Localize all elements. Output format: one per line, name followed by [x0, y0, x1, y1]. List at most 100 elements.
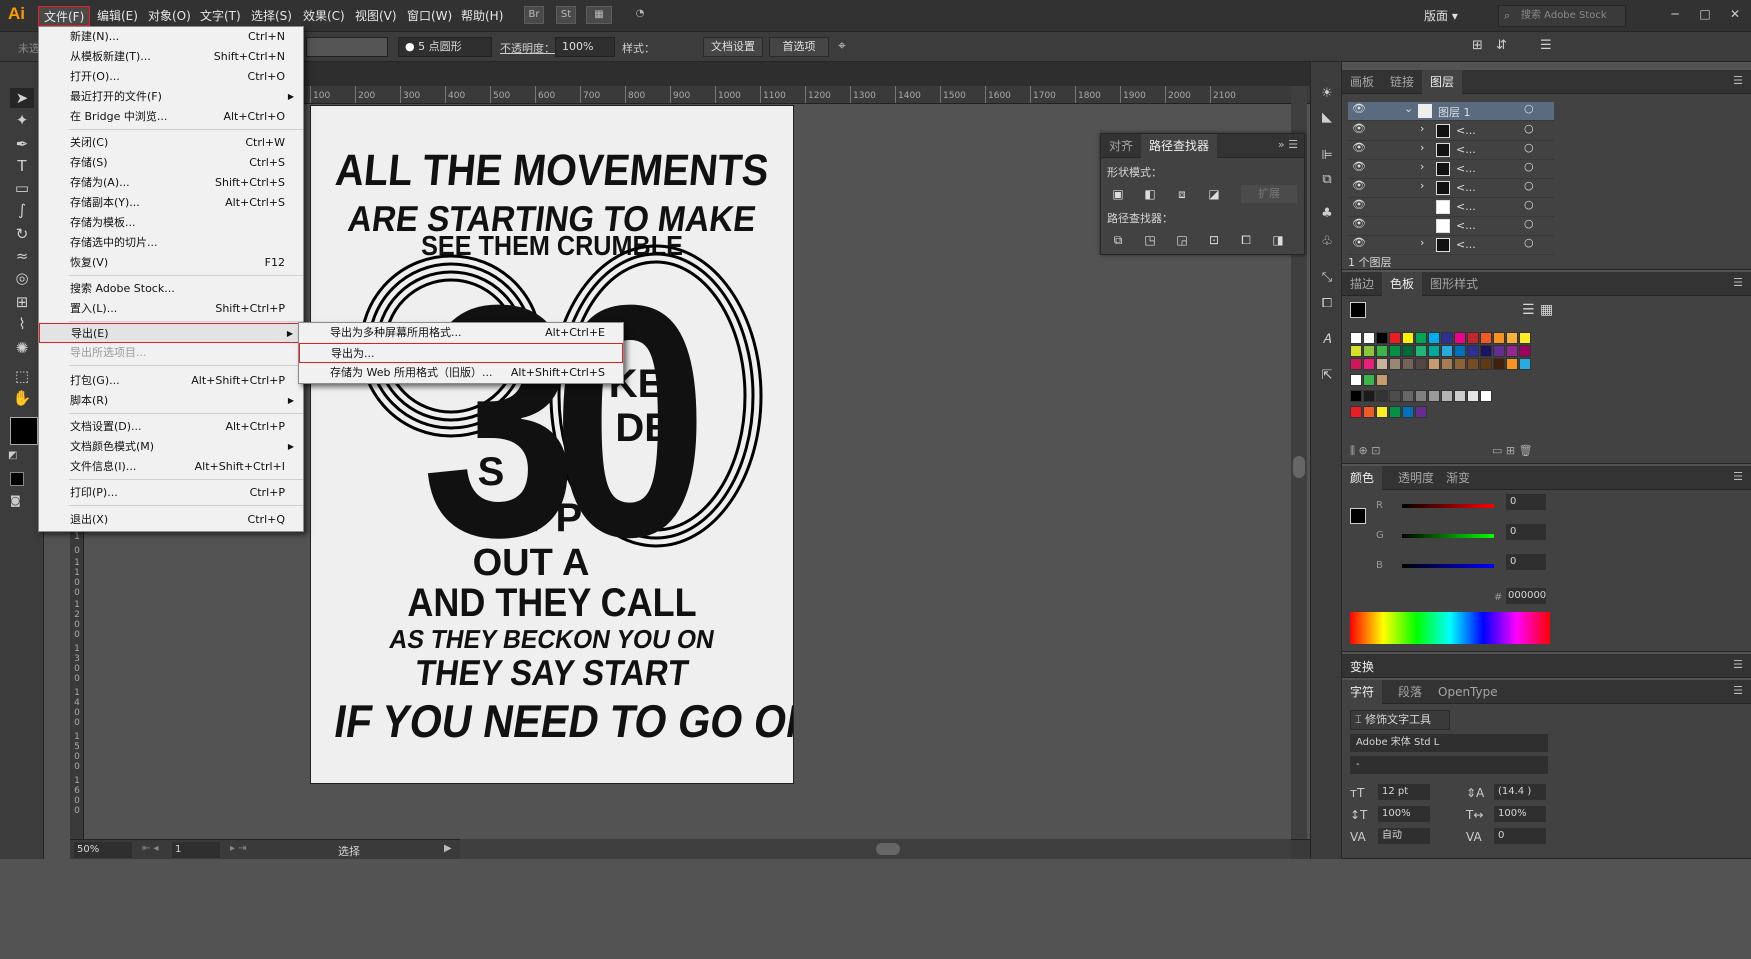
menu-save-as[interactable]: 存储为(A)... Shift+Ctrl+S — [39, 173, 303, 193]
swatch[interactable] — [1350, 374, 1362, 386]
tab-align[interactable]: 对齐 — [1101, 134, 1141, 158]
swatch[interactable] — [1376, 358, 1388, 370]
swatch[interactable] — [1376, 332, 1388, 344]
eyedropper-tool-icon[interactable]: ⌇ — [10, 314, 34, 334]
expand-icon[interactable]: › — [1420, 236, 1424, 249]
target-icon[interactable]: ○ — [1524, 102, 1534, 115]
g-slider[interactable] — [1402, 534, 1494, 538]
warp-tool-icon[interactable]: ≈ — [10, 246, 34, 266]
maximize-button[interactable]: □ — [1694, 4, 1716, 24]
opacity-label[interactable]: 不透明度： — [500, 40, 555, 56]
menu-new[interactable]: 新建(N)... Ctrl+N — [39, 27, 303, 47]
exclude-icon[interactable]: ◪ — [1203, 184, 1225, 204]
rectangle-tool-icon[interactable]: ▭ — [10, 178, 34, 198]
kerning-field[interactable]: 自动 — [1378, 828, 1430, 844]
isolate-icon[interactable]: ⌖ — [838, 38, 846, 54]
menu-effect[interactable]: 效果(C) — [298, 6, 350, 26]
menu-document-color-mode[interactable]: 文档颜色模式(M) ▶ — [39, 437, 303, 457]
sublayer-row[interactable]: 👁 <... ○ — [1348, 217, 1554, 236]
swatches-menu-icon[interactable]: ☰ — [1733, 276, 1743, 289]
vertical-scale-field[interactable]: 100% — [1378, 806, 1430, 822]
horizontal-scroll-thumb[interactable] — [876, 843, 900, 855]
b-slider[interactable] — [1402, 564, 1494, 568]
menu-file[interactable]: 文件(F) — [38, 6, 91, 26]
fill-color-swatch[interactable] — [10, 417, 38, 445]
gpu-performance-icon[interactable]: ◔ — [630, 6, 650, 24]
swatch[interactable] — [1467, 358, 1479, 370]
r-value-field[interactable]: 0 — [1506, 494, 1546, 510]
eye-icon[interactable]: 👁 — [1352, 122, 1366, 135]
fill-swatch[interactable] — [1350, 508, 1366, 524]
swatch[interactable] — [1480, 332, 1492, 344]
document-setup-button[interactable]: 文档设置 — [703, 37, 763, 57]
swatch[interactable] — [1415, 406, 1427, 418]
menu-close[interactable]: 关闭(C) Ctrl+W — [39, 133, 303, 153]
stroke-weight-field[interactable] — [306, 37, 388, 57]
eye-icon[interactable]: 👁 — [1352, 217, 1366, 230]
swatch[interactable] — [1415, 358, 1427, 370]
font-size-field[interactable]: 12 pt — [1378, 784, 1430, 800]
swatch[interactable] — [1493, 332, 1505, 344]
brush-definition-select[interactable]: ● 5 点圆形 — [398, 37, 492, 57]
brightness-icon[interactable]: ☀ — [1317, 84, 1337, 104]
opacity-field[interactable]: 100% — [555, 37, 615, 57]
menu-print[interactable]: 打印(P)... Ctrl+P — [39, 483, 303, 503]
target-icon[interactable]: ○ — [1524, 179, 1534, 192]
sublayer-name[interactable]: <... — [1456, 219, 1476, 232]
tab-links[interactable]: 链接 — [1382, 70, 1422, 94]
swatch[interactable] — [1506, 332, 1518, 344]
status-arrow-icon[interactable]: ▶ — [444, 843, 452, 854]
menu-save-selected-slices[interactable]: 存储选中的切片... — [39, 233, 303, 253]
hex-value-field[interactable]: 000000 — [1506, 588, 1546, 604]
swatch[interactable] — [1428, 345, 1440, 357]
font-style-select[interactable]: - — [1350, 756, 1548, 774]
swatch[interactable] — [1402, 332, 1414, 344]
pathfinder-panel-icon[interactable]: ⧉ — [1317, 170, 1337, 190]
panel-menu-icon[interactable]: ☰ — [1540, 38, 1552, 53]
tab-gradient[interactable]: 渐变 — [1438, 466, 1478, 490]
target-icon[interactable]: ○ — [1524, 160, 1534, 173]
swatch[interactable] — [1350, 358, 1362, 370]
minus-front-icon[interactable]: ◧ — [1139, 184, 1161, 204]
swatch[interactable] — [1376, 390, 1388, 402]
sublayer-row[interactable]: 👁 › <... ○ — [1348, 179, 1554, 198]
menu-save[interactable]: 存储(S) Ctrl+S — [39, 153, 303, 173]
tracking-field[interactable]: 0 — [1494, 828, 1546, 844]
tab-artboards[interactable]: 画板 — [1342, 70, 1382, 94]
tab-character[interactable]: 字符 — [1342, 680, 1383, 704]
swatch[interactable] — [1415, 345, 1427, 357]
mesh-tool-icon[interactable]: ⊞ — [10, 292, 34, 312]
eye-icon[interactable]: 👁 — [1352, 236, 1366, 249]
r-slider[interactable] — [1402, 504, 1494, 508]
swatch[interactable] — [1350, 345, 1362, 357]
swatch[interactable] — [1480, 345, 1492, 357]
symbol-sprayer-tool-icon[interactable]: ✺ — [10, 338, 34, 358]
menu-open[interactable]: 打开(O)... Ctrl+O — [39, 67, 303, 87]
target-icon[interactable]: ○ — [1524, 217, 1534, 230]
eye-icon[interactable]: 👁 — [1352, 160, 1366, 173]
menu-scripts[interactable]: 脚本(R) ▶ — [39, 391, 303, 411]
stock-search-input[interactable]: 搜索 Adobe Stock — [1498, 5, 1626, 27]
magic-wand-tool-icon[interactable]: ✦ — [10, 110, 34, 130]
swatch[interactable] — [1402, 406, 1414, 418]
type-tool-icon[interactable]: T — [10, 156, 34, 176]
swatch[interactable] — [1389, 358, 1401, 370]
hand-tool-icon[interactable]: ✋ — [10, 388, 34, 408]
menu-select[interactable]: 选择(S) — [246, 6, 297, 26]
transform-panel-icon[interactable]: ⤡ — [1317, 268, 1337, 288]
tab-layers[interactable]: 图层 — [1422, 70, 1463, 94]
transform-panel[interactable]: 变换 ☰ — [1342, 654, 1751, 678]
swatch[interactable] — [1506, 345, 1518, 357]
expand-icon[interactable]: › — [1420, 179, 1424, 192]
swatch[interactable] — [1467, 332, 1479, 344]
swatch[interactable] — [1519, 345, 1531, 357]
swatch[interactable] — [1441, 345, 1453, 357]
swatch[interactable] — [1376, 406, 1388, 418]
sublayer-name[interactable]: <... — [1456, 200, 1476, 213]
character-panel-icon[interactable]: 𝐴 — [1317, 330, 1337, 350]
appearance-icon[interactable]: ⧠ — [1317, 294, 1337, 314]
workspace-switcher[interactable]: 版面 ▾ — [1424, 6, 1458, 26]
swatch[interactable] — [1467, 345, 1479, 357]
swatch[interactable] — [1467, 390, 1479, 402]
swatch[interactable] — [1363, 374, 1375, 386]
